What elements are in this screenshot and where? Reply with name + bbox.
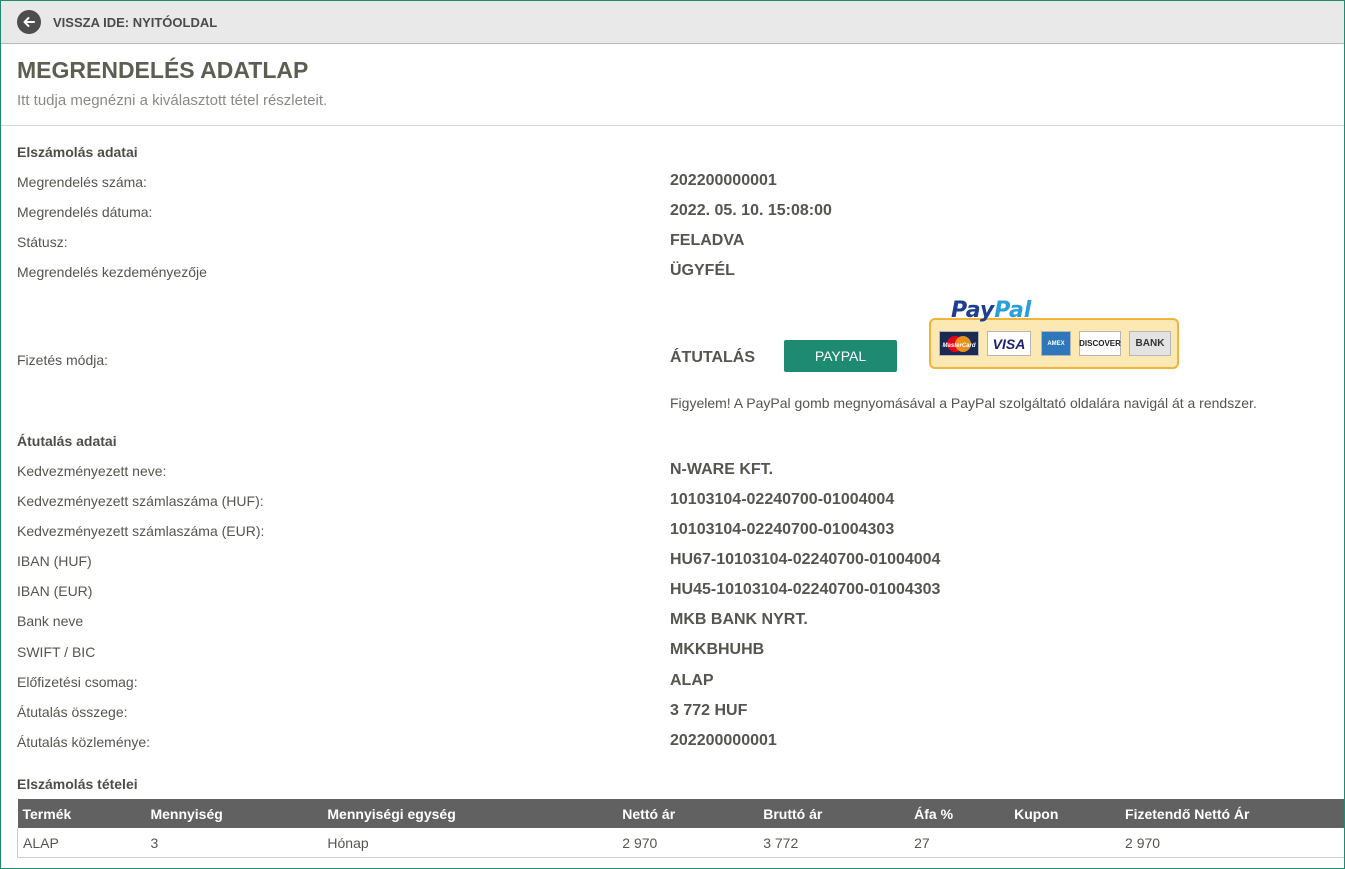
back-arrow-icon[interactable] <box>17 10 41 34</box>
col-header-net-price: Nettó ár <box>617 799 759 828</box>
table-row: ALAP 3 Hónap 2 970 3 772 27 2 970 <box>17 828 1344 858</box>
payment-method-value: ÁTUTALÁS <box>670 349 756 366</box>
iban-eur-value: HU45-10103104-02240700-01004303 <box>670 581 941 598</box>
col-header-gross-price: Bruttó ár <box>758 799 910 828</box>
reference-label: Átutalás közleménye: <box>17 734 151 750</box>
items-table: Termék Mennyiség Mennyiségi egység Nettó… <box>17 799 1344 858</box>
initiator-value: ÜGYFÉL <box>670 262 735 279</box>
cell-payable-net: 2 970 <box>1120 828 1344 858</box>
cell-vat: 27 <box>909 828 1010 858</box>
paypal-wordmark: PayPal <box>951 298 1031 323</box>
package-value: ALAP <box>670 672 714 689</box>
col-header-payable-net: Fizetendő Nettó Ár <box>1120 799 1344 828</box>
reference-value: 202200000001 <box>670 732 777 749</box>
swift-label: SWIFT / BIC <box>17 644 96 660</box>
paypal-word-b: Pal <box>994 298 1032 323</box>
order-date-label: Megrendelés dátuma: <box>17 204 153 220</box>
col-header-product: Termék <box>17 799 146 828</box>
payment-method-label: Fizetés módja: <box>17 352 109 368</box>
mastercard-text: MasterCard <box>942 343 975 349</box>
cell-product: ALAP <box>17 828 146 858</box>
cell-unit: Hónap <box>322 828 618 858</box>
divider <box>1 125 1344 126</box>
page-subtitle: Itt tudja megnézni a kiválasztott tétel … <box>17 92 328 109</box>
account-huf-label: Kedvezményezett számlaszáma (HUF): <box>17 493 264 509</box>
order-number-value: 202200000001 <box>670 172 777 189</box>
cell-coupon <box>1009 828 1121 858</box>
paypal-notice: Figyelem! A PayPal gomb megnyomásával a … <box>670 395 1257 411</box>
account-eur-label: Kedvezményezett számlaszáma (EUR): <box>17 523 265 539</box>
swift-value: MKKBHUHB <box>670 641 765 658</box>
bank-icon: BANK <box>1129 331 1171 356</box>
top-bar: VISSZA IDE: NYITÓOLDAL <box>1 1 1344 44</box>
transfer-section-title: Átutalás adatai <box>17 433 117 449</box>
table-header-row: Termék Mennyiség Mennyiségi egység Nettó… <box>17 799 1344 828</box>
account-eur-value: 10103104-02240700-01004303 <box>670 521 895 538</box>
beneficiary-name-label: Kedvezményezett neve: <box>17 463 167 479</box>
iban-huf-value: HU67-10103104-02240700-01004004 <box>670 551 941 568</box>
cell-quantity: 3 <box>145 828 323 858</box>
col-header-quantity: Mennyiség <box>145 799 323 828</box>
paypal-logo: MasterCard VISA AMEX DISCOVER BANK PayPa… <box>929 298 1179 369</box>
order-date-value: 2022. 05. 10. 15:08:00 <box>670 202 832 219</box>
cell-gross-price: 3 772 <box>758 828 910 858</box>
account-huf-value: 10103104-02240700-01004004 <box>670 491 895 508</box>
paypal-word-a: Pay <box>951 298 995 323</box>
items-section-title: Elszámolás tételei <box>17 776 138 792</box>
col-header-vat: Áfa % <box>909 799 1010 828</box>
back-link[interactable]: VISSZA IDE: NYITÓOLDAL <box>53 15 217 30</box>
bank-name-label: Bank neve <box>17 613 84 629</box>
billing-section-title: Elszámolás adatai <box>17 144 138 160</box>
col-header-coupon: Kupon <box>1009 799 1121 828</box>
amount-value: 3 772 HUF <box>670 702 748 719</box>
amex-icon: AMEX <box>1041 331 1071 356</box>
package-label: Előfizetési csomag: <box>17 674 138 690</box>
visa-icon: VISA <box>987 331 1031 356</box>
mastercard-icon: MasterCard <box>939 331 979 356</box>
beneficiary-name-value: N-WARE KFT. <box>670 461 774 478</box>
iban-eur-label: IBAN (EUR) <box>17 583 93 599</box>
paypal-cards-box: MasterCard VISA AMEX DISCOVER BANK <box>929 318 1179 369</box>
page-title: MEGRENDELÉS ADATLAP <box>17 57 309 83</box>
order-number-label: Megrendelés száma: <box>17 174 147 190</box>
col-header-unit: Mennyiségi egység <box>322 799 618 828</box>
paypal-button[interactable]: PAYPAL <box>784 340 897 372</box>
amount-label: Átutalás összege: <box>17 704 128 720</box>
bank-name-value: MKB BANK NYRT. <box>670 611 808 628</box>
cell-net-price: 2 970 <box>617 828 759 858</box>
initiator-label: Megrendelés kezdeményezője <box>17 264 207 280</box>
status-label: Státusz: <box>17 234 68 250</box>
status-value: FELADVA <box>670 232 745 249</box>
discover-icon: DISCOVER <box>1079 331 1121 356</box>
iban-huf-label: IBAN (HUF) <box>17 553 92 569</box>
